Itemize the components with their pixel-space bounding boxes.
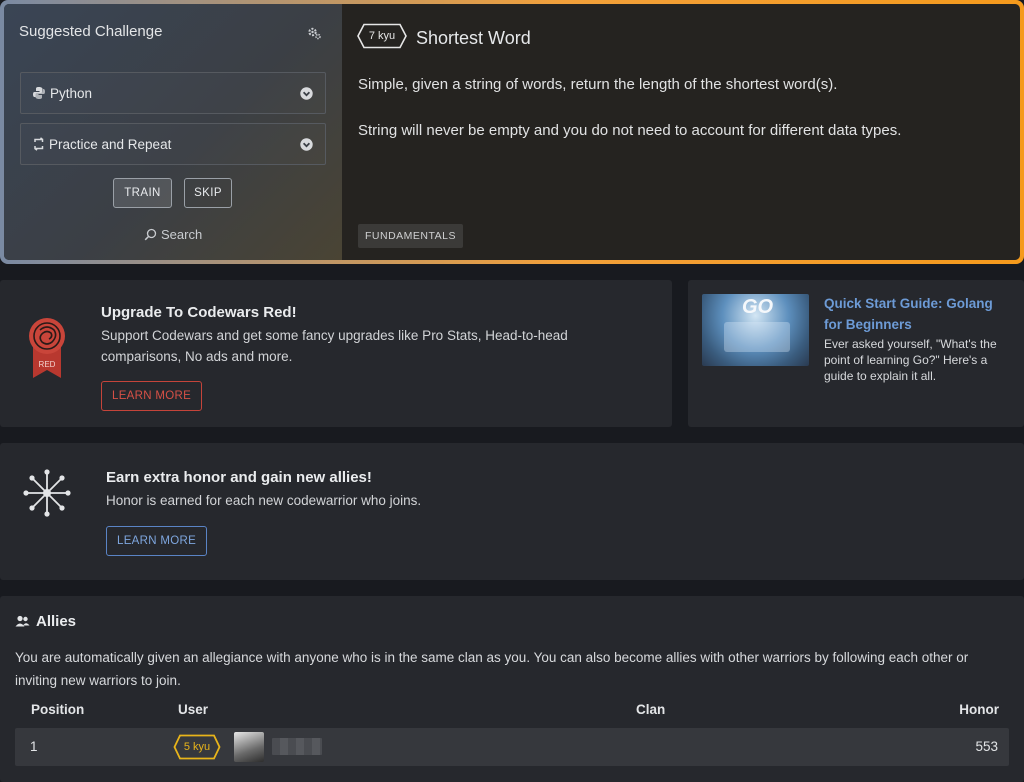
row-position: 1	[30, 739, 38, 754]
allies-network-icon	[23, 469, 71, 517]
kata-rank-label: 7 kyu	[368, 30, 396, 42]
guide-text: Ever asked yourself, "What's the point o…	[824, 337, 997, 383]
column-header-user[interactable]: User	[178, 702, 208, 717]
upgrade-title: Upgrade To Codewars Red!	[101, 304, 297, 321]
table-row[interactable]: 1 5 kyu 553	[15, 728, 1009, 766]
challenge-controls: Suggested Challenge Python Practice and …	[4, 4, 342, 260]
suggested-challenge-panel: Suggested Challenge Python Practice and …	[0, 0, 1024, 264]
allies-text: You are automatically given an allegianc…	[15, 650, 969, 688]
upgrade-learn-more-button[interactable]: LEARN MORE	[101, 381, 203, 411]
repeat-icon	[34, 137, 44, 151]
search-label: Search	[161, 227, 203, 242]
column-header-honor[interactable]: Honor	[959, 702, 999, 717]
guide-thumbnail[interactable]: GO	[702, 294, 809, 366]
kata-description: Simple, given a string of words, return …	[358, 73, 998, 143]
suggested-challenge-title: Suggested Challenge	[19, 23, 163, 40]
guide-title-link[interactable]: Quick Start Guide: Golang for Beginners	[824, 293, 1012, 335]
honor-title: Earn extra honor and gain new allies!	[106, 469, 372, 486]
upgrade-card: RED Upgrade To Codewars Red! Support Cod…	[0, 280, 672, 427]
kata-rank-badge: 7 kyu	[356, 23, 408, 49]
chevron-down-icon	[300, 138, 313, 151]
upgrade-text: Support Codewars and get some fancy upgr…	[101, 328, 568, 364]
user-rank-label: 5 kyu	[183, 741, 211, 753]
train-button[interactable]: TRAIN	[113, 178, 172, 208]
strategy-select[interactable]: Practice and Repeat	[20, 123, 326, 165]
honor-learn-more-button[interactable]: LEARN MORE	[106, 526, 208, 556]
honor-card: Earn extra honor and gain new allies! Ho…	[0, 443, 1024, 580]
row-honor: 553	[975, 739, 998, 754]
language-select-label: Python	[50, 86, 93, 101]
gear-icon[interactable]	[306, 25, 322, 41]
honor-text: Honor is earned for each new codewarrior…	[106, 493, 422, 508]
strategy-select-label: Practice and Repeat	[49, 137, 172, 152]
kata-description-line: String will never be empty and you do no…	[358, 122, 902, 139]
allies-header: Allies	[15, 613, 76, 630]
kata-title[interactable]: Shortest Word	[416, 28, 531, 49]
chevron-down-icon	[300, 87, 313, 100]
thumbnail-tablet	[724, 322, 790, 352]
search-link[interactable]: Search	[144, 227, 202, 242]
avatar[interactable]	[234, 732, 264, 762]
kata-description-line: Simple, given a string of words, return …	[358, 76, 838, 93]
badge-text: RED	[39, 360, 56, 369]
username-redacted[interactable]	[272, 738, 322, 755]
column-header-clan[interactable]: Clan	[636, 702, 665, 717]
allies-card: Allies You are automatically given an al…	[0, 596, 1024, 782]
skip-button[interactable]: SKIP	[184, 178, 232, 208]
thumbnail-go-text: GO	[742, 296, 774, 318]
kata-tag[interactable]: FUNDAMENTALS	[358, 224, 463, 248]
kata-details: 7 kyu Shortest Word Simple, given a stri…	[342, 4, 1020, 260]
python-icon	[33, 87, 45, 99]
column-header-position[interactable]: Position	[31, 702, 84, 717]
users-icon	[15, 615, 30, 627]
codewars-red-badge-icon: RED	[29, 318, 65, 378]
allies-title: Allies	[36, 613, 77, 630]
guide-card: GO Quick Start Guide: Golang for Beginne…	[688, 280, 1024, 427]
suggested-challenge-inner: Suggested Challenge Python Practice and …	[4, 4, 1020, 260]
search-icon	[144, 228, 157, 241]
user-rank-badge: 5 kyu	[173, 734, 221, 760]
language-select[interactable]: Python	[20, 72, 326, 114]
